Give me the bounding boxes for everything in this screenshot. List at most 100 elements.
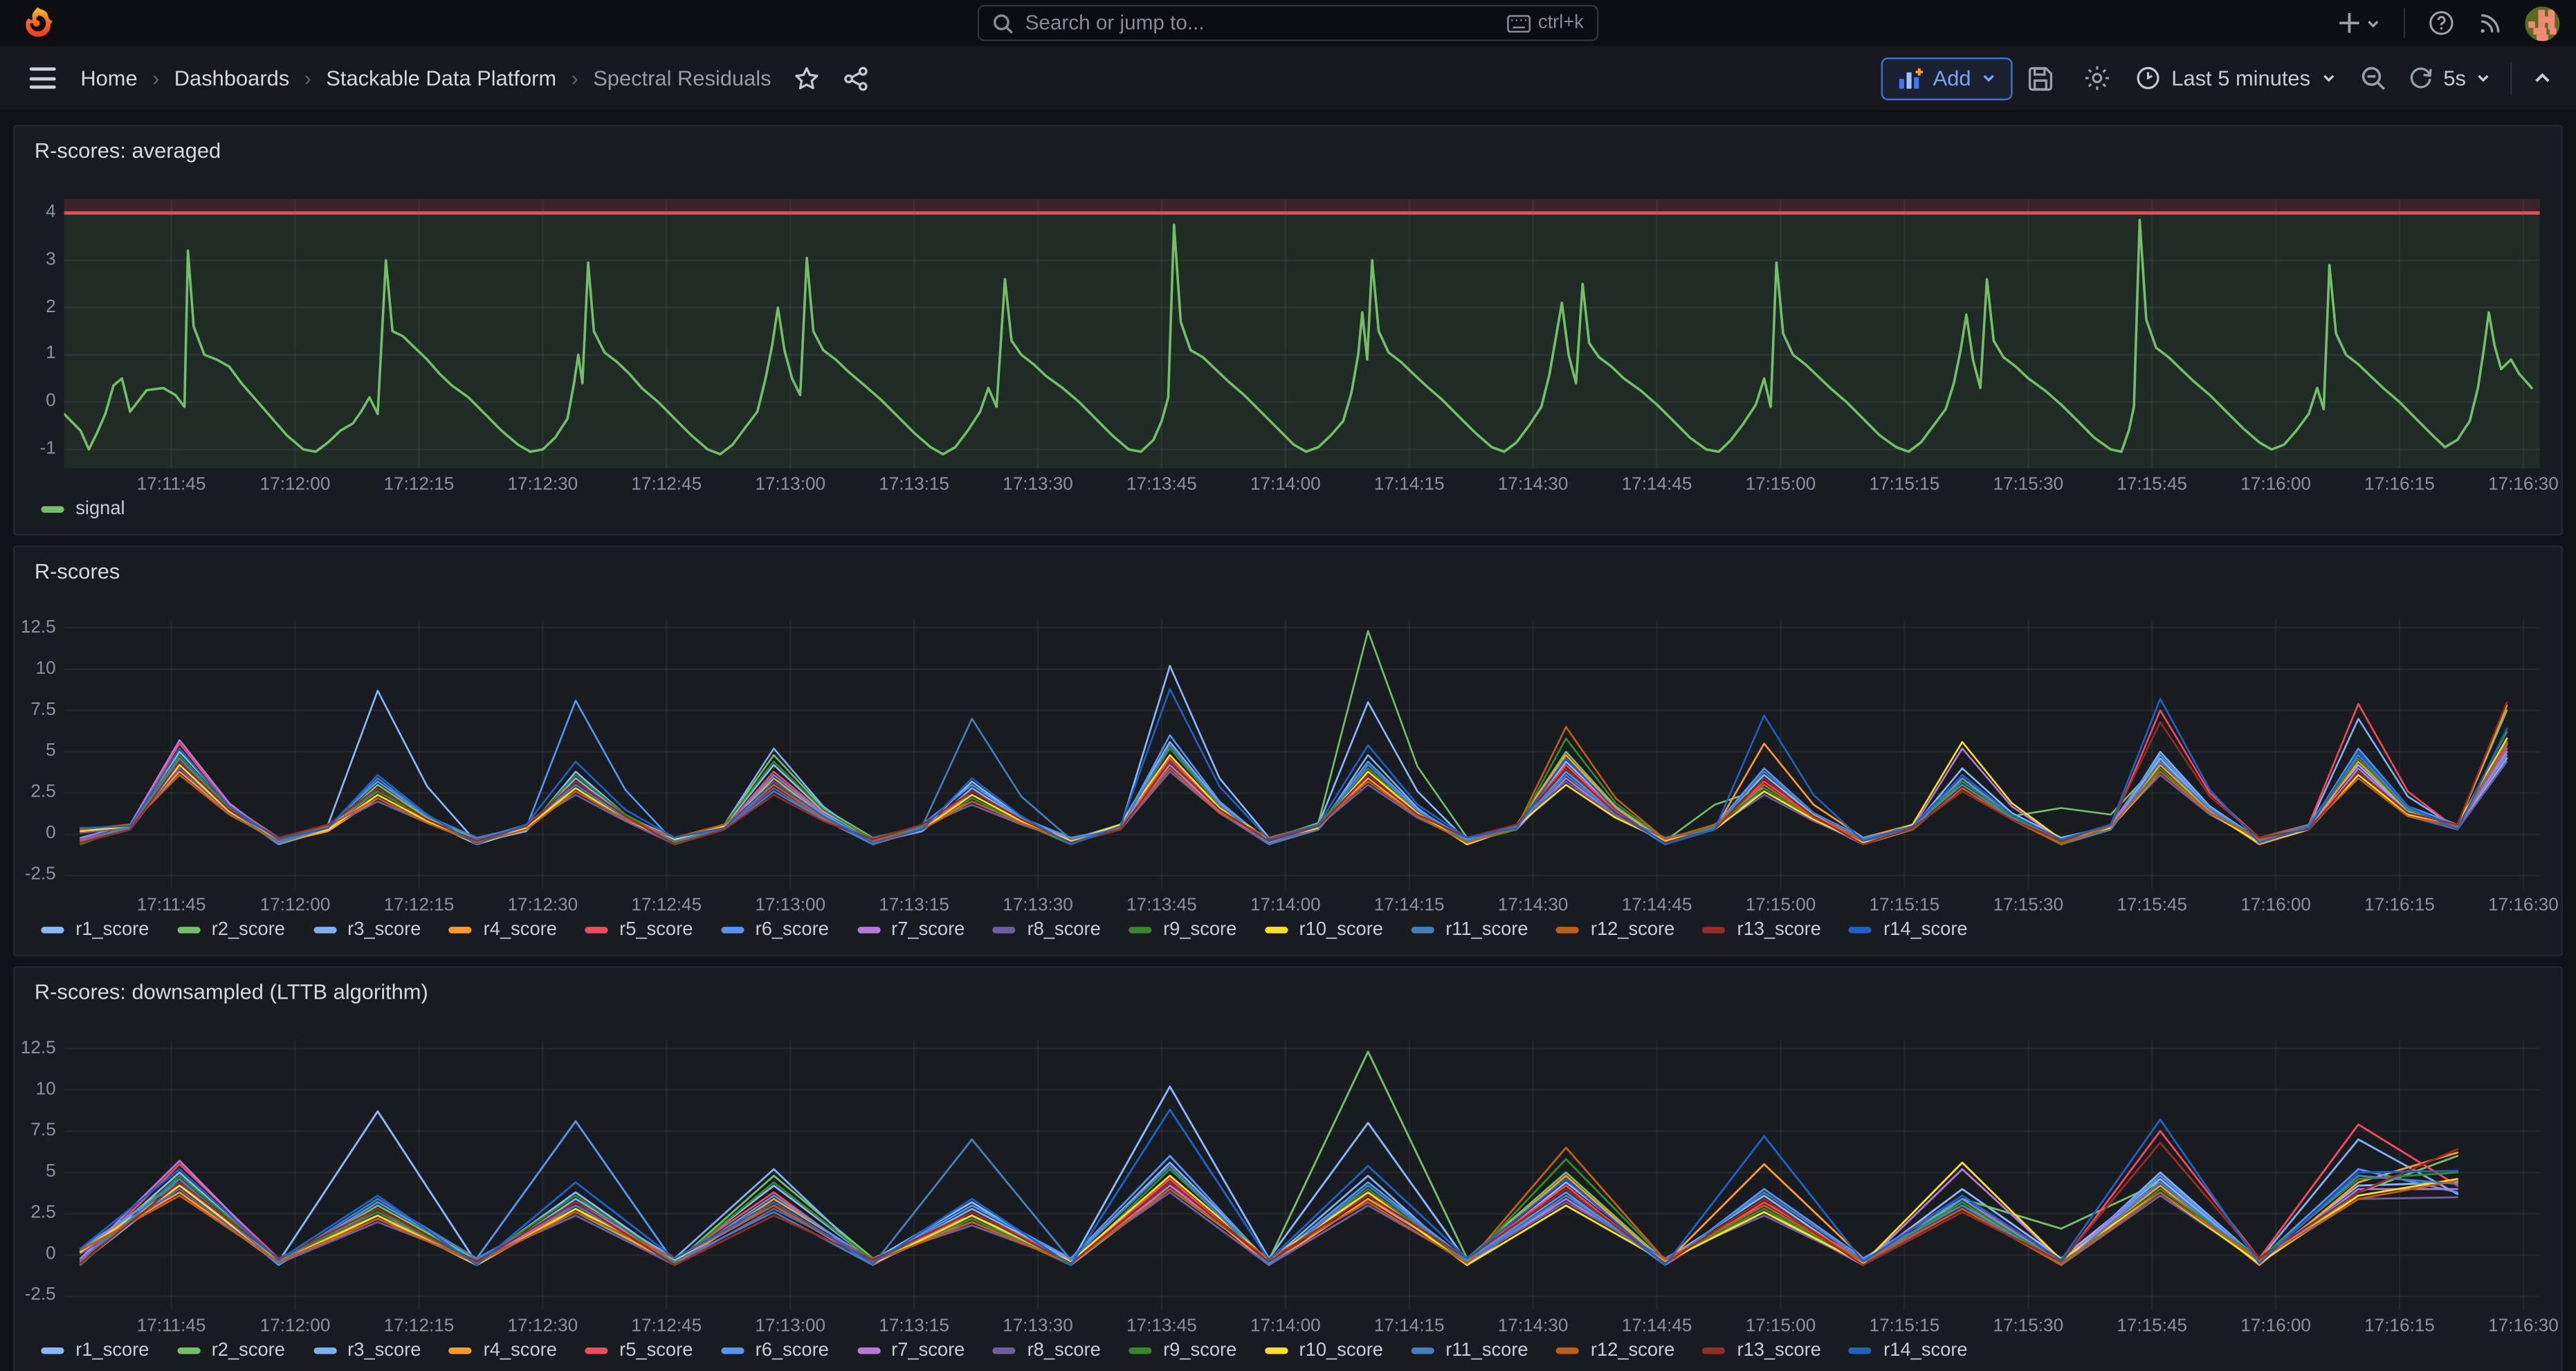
series-line-r2_score — [80, 631, 2507, 844]
x-tick-label: 17:15:45 — [2086, 896, 2218, 915]
legend-item-signal[interactable]: signal — [41, 500, 125, 519]
chart-plot-area[interactable] — [64, 619, 2540, 889]
refresh-icon — [2409, 66, 2434, 91]
chevron-up-icon — [2532, 67, 2553, 89]
help-button[interactable] — [2428, 10, 2454, 36]
x-tick-label: 17:13:30 — [972, 896, 1104, 915]
legend-item-r14_score[interactable]: r14_score — [1849, 920, 1967, 940]
legend-item-r8_score[interactable]: r8_score — [993, 920, 1101, 940]
add-button[interactable]: Add — [1881, 57, 2012, 100]
zoom-out-button[interactable] — [2346, 65, 2402, 91]
legend-label: r2_score — [212, 1341, 285, 1361]
legend-label: r14_score — [1883, 920, 1967, 940]
legend-item-r3_score[interactable]: r3_score — [313, 920, 421, 940]
legend-item-r2_score[interactable]: r2_score — [177, 920, 285, 940]
search-icon — [992, 12, 1014, 34]
x-tick-label: 17:12:15 — [353, 896, 484, 915]
breadcrumb-dashboards[interactable]: Dashboards — [174, 66, 289, 91]
breadcrumb-separator: › — [572, 66, 578, 91]
save-dashboard-button[interactable] — [2012, 65, 2068, 91]
x-tick-label: 17:16:30 — [2458, 1316, 2576, 1336]
legend-label: r4_score — [484, 1341, 557, 1361]
legend-label: r1_score — [75, 1341, 149, 1361]
x-tick-label: 17:13:00 — [724, 475, 856, 494]
refresh-picker[interactable]: 5s — [2402, 66, 2497, 91]
legend-swatch — [449, 1347, 472, 1354]
threshold-region-below — [64, 213, 2540, 469]
kiosk-toggle-button[interactable] — [2525, 67, 2559, 89]
y-tick-label: 0 — [17, 1244, 56, 1264]
legend-swatch — [41, 506, 64, 512]
menu-toggle-button[interactable] — [23, 61, 62, 96]
legend-item-r7_score[interactable]: r7_score — [857, 920, 965, 940]
legend-item-r13_score[interactable]: r13_score — [1703, 1341, 1821, 1361]
legend-item-r12_score[interactable]: r12_score — [1556, 920, 1674, 940]
chart-plot-area[interactable] — [64, 1040, 2540, 1309]
legend-swatch — [1703, 927, 1726, 933]
legend-swatch — [721, 927, 744, 933]
legend-swatch — [585, 927, 608, 933]
x-tick-label: 17:12:30 — [477, 896, 608, 915]
x-tick-label: 17:14:00 — [1220, 896, 1351, 915]
legend-item-r7_score[interactable]: r7_score — [857, 1341, 965, 1361]
legend-swatch — [1265, 1347, 1288, 1354]
x-tick-label: 17:15:15 — [1838, 1316, 1970, 1336]
time-range-picker[interactable]: Last 5 minutes — [2126, 66, 2346, 91]
x-tick-label: 17:12:00 — [230, 1316, 361, 1336]
legend-item-r3_score[interactable]: r3_score — [313, 1341, 421, 1361]
legend-item-r8_score[interactable]: r8_score — [993, 1341, 1101, 1361]
legend-item-r5_score[interactable]: r5_score — [585, 920, 693, 940]
user-avatar[interactable] — [2525, 6, 2559, 40]
legend-item-r10_score[interactable]: r10_score — [1265, 920, 1383, 940]
dashboard-settings-button[interactable] — [2068, 64, 2126, 92]
legend-item-r11_score[interactable]: r11_score — [1411, 1341, 1528, 1361]
y-tick-label: -2.5 — [17, 1286, 56, 1305]
chart-plot-area[interactable] — [64, 199, 2540, 468]
y-tick-label: 2.5 — [17, 1203, 56, 1222]
chart-canvas[interactable] — [64, 619, 2540, 889]
legend-item-r2_score[interactable]: r2_score — [177, 1341, 285, 1361]
legend-item-r11_score[interactable]: r11_score — [1411, 920, 1528, 940]
chart-canvas[interactable] — [64, 199, 2540, 468]
legend-swatch — [1265, 927, 1288, 933]
y-tick-label: 2 — [17, 297, 56, 316]
legend-item-r6_score[interactable]: r6_score — [721, 920, 829, 940]
legend-item-r9_score[interactable]: r9_score — [1129, 920, 1236, 940]
x-tick-label: 17:15:00 — [1715, 1316, 1847, 1336]
legend-item-r4_score[interactable]: r4_score — [449, 920, 557, 940]
x-tick-label: 17:13:00 — [724, 1316, 856, 1336]
y-tick-label: 4 — [17, 202, 56, 221]
grafana-logo-icon[interactable] — [21, 6, 54, 39]
legend-item-r1_score[interactable]: r1_score — [41, 1341, 149, 1361]
series-line-r12_score — [80, 1147, 2457, 1265]
search-shortcut: ctrl+k — [1507, 13, 1584, 33]
panel-title[interactable]: R-scores: averaged — [35, 138, 221, 163]
clock-icon — [2135, 66, 2160, 91]
legend-item-r1_score[interactable]: r1_score — [41, 920, 149, 940]
legend-item-r10_score[interactable]: r10_score — [1265, 1341, 1383, 1361]
panel-title[interactable]: R-scores — [35, 559, 120, 583]
y-tick-label: -1 — [17, 439, 56, 458]
legend-item-r6_score[interactable]: r6_score — [721, 1341, 829, 1361]
y-tick-label: 2.5 — [17, 783, 56, 802]
chart-canvas[interactable] — [64, 1040, 2540, 1309]
favorite-star-icon[interactable] — [794, 65, 821, 91]
breadcrumb-home[interactable]: Home — [80, 66, 137, 91]
legend-item-r9_score[interactable]: r9_score — [1129, 1341, 1236, 1361]
legend-item-r4_score[interactable]: r4_score — [449, 1341, 557, 1361]
legend-item-r12_score[interactable]: r12_score — [1556, 1341, 1674, 1361]
search-input[interactable]: Search or jump to... ctrl+k — [978, 5, 1599, 41]
breadcrumb-folder[interactable]: Stackable Data Platform — [326, 66, 556, 91]
legend-swatch — [1556, 927, 1579, 933]
news-button[interactable] — [2478, 10, 2503, 35]
legend-item-r5_score[interactable]: r5_score — [585, 1341, 693, 1361]
y-tick-label: 7.5 — [17, 1120, 56, 1140]
legend-item-r13_score[interactable]: r13_score — [1703, 920, 1821, 940]
legend-item-r14_score[interactable]: r14_score — [1849, 1341, 1967, 1361]
x-tick-label: 17:15:45 — [2086, 1316, 2218, 1336]
y-tick-label: 5 — [17, 741, 56, 761]
new-menu-button[interactable] — [2338, 12, 2381, 35]
panel-title[interactable]: R-scores: downsampled (LTTB algorithm) — [35, 979, 428, 1004]
series-line-r1_score — [80, 666, 2507, 842]
share-icon[interactable] — [843, 65, 870, 91]
